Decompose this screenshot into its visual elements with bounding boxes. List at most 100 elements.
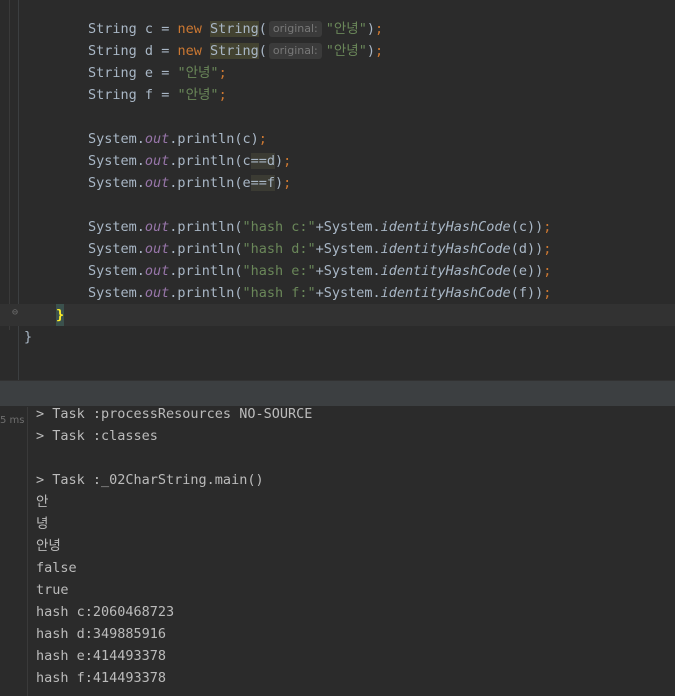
variable-token: e bbox=[144, 65, 154, 81]
string-literal: "hash e:" bbox=[242, 263, 316, 279]
class-token: System. bbox=[88, 175, 145, 191]
variable-token: f bbox=[144, 87, 154, 103]
call-token: .println(c) bbox=[169, 131, 259, 147]
class-token: System. bbox=[88, 153, 145, 169]
type-token: String bbox=[88, 43, 137, 59]
assign-token: = bbox=[153, 21, 178, 37]
variable-token: d bbox=[144, 43, 154, 59]
class-token: System. bbox=[88, 285, 145, 301]
parameter-hint: original: bbox=[268, 43, 322, 59]
string-literal: "안녕" bbox=[325, 21, 367, 37]
constructor-token: String bbox=[209, 21, 259, 37]
console-line: false bbox=[36, 560, 77, 576]
field-out: out bbox=[144, 263, 170, 279]
concat-token: +System. bbox=[315, 285, 381, 301]
method-closing-brace: } bbox=[56, 304, 65, 326]
args-token: (f)) bbox=[510, 285, 544, 301]
class-token: System. bbox=[88, 263, 145, 279]
call-token: .println( bbox=[169, 263, 243, 279]
field-out: out bbox=[144, 219, 170, 235]
field-out: out bbox=[144, 175, 170, 191]
console-line: true bbox=[36, 582, 69, 598]
semicolon: ; bbox=[543, 241, 552, 257]
semicolon: ; bbox=[374, 43, 384, 59]
console-line: 안녕 bbox=[36, 538, 61, 554]
semicolon: ; bbox=[543, 263, 552, 279]
semicolon: ; bbox=[258, 131, 267, 147]
constructor-token: String bbox=[209, 43, 259, 59]
call-token: .println( bbox=[169, 219, 243, 235]
console-line: hash c:2060468723 bbox=[36, 604, 175, 620]
concat-token: +System. bbox=[315, 241, 381, 257]
code-line-println-e-eq-f: System.out.println(e==f); bbox=[88, 172, 291, 194]
code-line-hash-d: System.out.println("hash d:"+System.iden… bbox=[88, 238, 551, 260]
console-line: 녕 bbox=[36, 516, 49, 532]
code-editor[interactable]: String c = new String(original: "안녕"); St… bbox=[0, 0, 675, 380]
field-out: out bbox=[144, 285, 170, 301]
method-token: identityHashCode bbox=[380, 219, 511, 235]
semicolon: ; bbox=[543, 285, 552, 301]
keyword-new: new bbox=[177, 21, 202, 37]
assign-token: = bbox=[153, 87, 178, 103]
field-out: out bbox=[144, 131, 170, 147]
method-token: identityHashCode bbox=[380, 285, 511, 301]
code-line-string-d: String d = new String(original: "안녕"); bbox=[88, 43, 384, 59]
type-token: String bbox=[88, 87, 137, 103]
task-timing: 5 ms bbox=[0, 415, 24, 426]
current-line-highlight: } bbox=[0, 304, 675, 326]
field-out: out bbox=[144, 241, 170, 257]
assign-token: = bbox=[153, 43, 178, 59]
code-line-println-c-eq-d: System.out.println(c==d); bbox=[88, 150, 291, 172]
argument-token: f bbox=[266, 175, 275, 191]
method-token: identityHashCode bbox=[380, 241, 511, 257]
string-literal: "안녕" bbox=[325, 43, 367, 59]
concat-token: +System. bbox=[315, 219, 381, 235]
class-token: System. bbox=[88, 219, 145, 235]
concat-token: +System. bbox=[315, 263, 381, 279]
parameter-hint: original: bbox=[268, 21, 322, 37]
call-token: .println( bbox=[169, 241, 243, 257]
semicolon: ; bbox=[218, 65, 227, 81]
console-line: > Task :classes bbox=[36, 428, 158, 444]
semicolon: ; bbox=[543, 219, 552, 235]
console-line: 안 bbox=[36, 494, 49, 510]
run-console[interactable]: 5 ms > Task :processResources NO-SOURCE … bbox=[0, 406, 675, 696]
console-line: hash f:414493378 bbox=[36, 670, 167, 686]
string-literal: "안녕" bbox=[177, 87, 219, 103]
keyword-new: new bbox=[177, 43, 202, 59]
args-token: (c)) bbox=[510, 219, 544, 235]
semicolon: ; bbox=[283, 153, 292, 169]
console-line: hash e:414493378 bbox=[36, 648, 167, 664]
class-token: System. bbox=[88, 241, 145, 257]
call-token: .println(e bbox=[169, 175, 251, 191]
type-token: String bbox=[88, 21, 137, 37]
call-token: .println( bbox=[169, 285, 243, 301]
class-closing-brace: } bbox=[24, 329, 33, 345]
string-literal: "안녕" bbox=[177, 65, 219, 81]
class-token: System. bbox=[88, 131, 145, 147]
argument-token: d bbox=[266, 153, 275, 169]
console-gutter: 5 ms bbox=[0, 407, 28, 696]
paren-token: ) bbox=[274, 175, 284, 191]
equality-operator: == bbox=[250, 175, 267, 191]
semicolon: ; bbox=[374, 21, 384, 37]
code-line-println-c: System.out.println(c); bbox=[88, 128, 267, 150]
type-token: String bbox=[88, 65, 137, 81]
indent-guide bbox=[9, 0, 10, 330]
equality-operator: == bbox=[250, 153, 267, 169]
assign-token: = bbox=[153, 65, 178, 81]
call-token: .println(c bbox=[169, 153, 251, 169]
fold-icon[interactable]: ⊖ bbox=[12, 307, 22, 319]
console-line: > Task :processResources NO-SOURCE bbox=[36, 406, 313, 422]
semicolon: ; bbox=[283, 175, 292, 191]
code-line-hash-c: System.out.println("hash c:"+System.iden… bbox=[88, 216, 551, 238]
code-line-hash-f: System.out.println("hash f:"+System.iden… bbox=[88, 282, 551, 304]
console-line: > Task :_02CharString.main() bbox=[36, 472, 264, 488]
semicolon: ; bbox=[218, 87, 227, 103]
method-token: identityHashCode bbox=[380, 263, 511, 279]
code-line-string-c: String c = new String(original: "안녕"); bbox=[88, 21, 384, 37]
code-line-string-e: String e = "안녕"; bbox=[88, 62, 227, 84]
code-line-hash-e: System.out.println("hash e:"+System.iden… bbox=[88, 260, 551, 282]
args-token: (d)) bbox=[510, 241, 544, 257]
string-literal: "hash f:" bbox=[242, 285, 316, 301]
